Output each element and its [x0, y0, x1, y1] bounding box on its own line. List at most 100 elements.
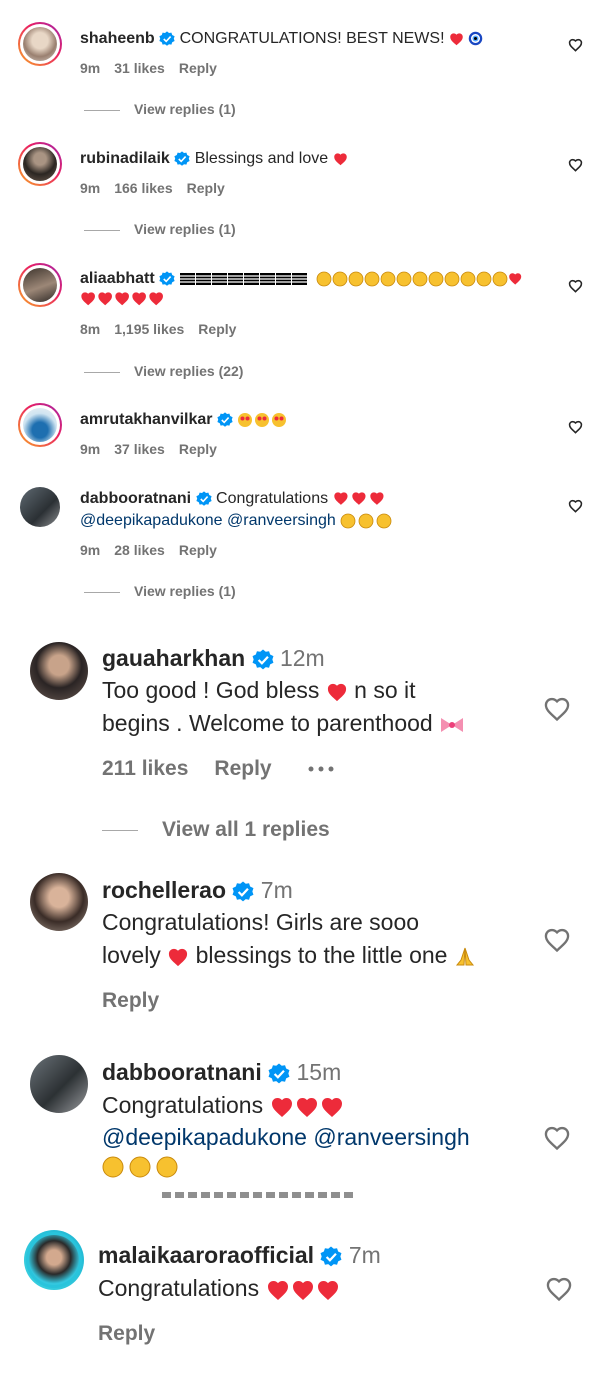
comment-time: 15m: [296, 1059, 342, 1085]
mentions-link[interactable]: @deepikapadukone @ranveersingh: [102, 1124, 470, 1150]
verified-badge-icon: [217, 412, 233, 427]
heart-eyes-emoji-row-icon: [238, 412, 287, 427]
avatar[interactable]: [30, 642, 88, 700]
heart-outline-icon[interactable]: [543, 696, 571, 722]
heart-emoji-row-icon: [81, 292, 163, 306]
view-replies-button[interactable]: View replies (1): [84, 583, 236, 599]
comment-time: 9m: [80, 180, 101, 196]
like-count[interactable]: 211 likes: [102, 757, 188, 780]
comment-text: Congratulations: [98, 1275, 260, 1301]
username[interactable]: dabbooratnani: [102, 1059, 262, 1085]
view-replies-button[interactable]: View replies (1): [84, 221, 236, 237]
divider: [84, 371, 120, 373]
reply-button[interactable]: Reply: [179, 542, 217, 558]
heart-emoji-icon: [327, 683, 346, 702]
username[interactable]: aliaabhatt: [80, 270, 155, 287]
verified-badge-icon: [159, 271, 175, 286]
heart-emoji-icon: [450, 33, 463, 46]
reply-button[interactable]: Reply: [98, 1322, 155, 1345]
ellipsis-icon[interactable]: [307, 765, 335, 773]
verified-badge-icon: [174, 151, 190, 166]
mentions-link[interactable]: @deepikapadukone @ranveersingh: [80, 512, 336, 529]
heart-outline-icon[interactable]: [543, 927, 571, 953]
like-count[interactable]: 28 likes: [114, 542, 165, 558]
comment-time: 9m: [80, 60, 101, 76]
divider: [84, 109, 120, 111]
hugging-emoji-row-icon: [102, 1156, 178, 1178]
reply-button[interactable]: Reply: [198, 321, 236, 337]
comment-text: Blessings and love: [194, 150, 329, 167]
avatar[interactable]: [30, 1055, 88, 1113]
cropped-text-fragment: [162, 1192, 354, 1198]
reply-button[interactable]: Reply: [102, 989, 159, 1012]
like-count[interactable]: 166 likes: [114, 180, 172, 196]
comment-time: 7m: [260, 877, 293, 903]
comment-text: Congratulations! Girls are sooo: [102, 909, 420, 935]
avatar[interactable]: [20, 487, 60, 527]
comment-text-line2b: blessings to the little one: [195, 942, 448, 968]
smiling-emoji-row-icon: [316, 271, 522, 287]
view-replies-label[interactable]: View replies (1): [134, 583, 236, 599]
cropped-text-strip: [0, 1192, 600, 1208]
view-replies-label[interactable]: View replies (1): [134, 101, 236, 117]
heart-outline-icon[interactable]: [568, 420, 583, 434]
divider: [102, 829, 138, 831]
reply-button[interactable]: Reply: [214, 757, 271, 780]
verified-badge-icon: [159, 31, 175, 46]
verified-badge-icon: [321, 1246, 342, 1267]
username[interactable]: amrutakhanvilkar: [80, 411, 213, 428]
heart-outline-icon[interactable]: [568, 158, 583, 172]
hugging-emoji-row-icon: [340, 513, 392, 529]
comment-text: Congratulations: [216, 490, 329, 507]
heart-outline-icon[interactable]: [568, 279, 583, 293]
comment-text: CONGRATULATIONS! BEST NEWS!: [179, 30, 445, 47]
username[interactable]: dabbooratnani: [80, 490, 191, 507]
comment-text: Congratulations: [102, 1092, 264, 1118]
view-replies-label[interactable]: View all 1 replies: [162, 818, 330, 841]
like-count[interactable]: 31 likes: [114, 60, 165, 76]
comment-text-line2: begins . Welcome to parenthood: [102, 710, 433, 736]
view-replies-label[interactable]: View replies (22): [134, 363, 243, 379]
comments-section-small: shaheenb CONGRATULATIONS! BEST NEWS! 9m 3…: [0, 0, 600, 625]
view-replies-button[interactable]: View replies (1): [84, 101, 236, 117]
heart-outline-icon[interactable]: [543, 1125, 571, 1151]
comment-time: 9m: [80, 542, 101, 558]
heart-emoji-row-icon: [271, 1097, 342, 1117]
view-all-replies-button[interactable]: View all 1 replies: [102, 818, 330, 842]
heart-outline-icon[interactable]: [545, 1276, 573, 1302]
comment-text: Too good ! God bless: [102, 677, 320, 703]
comment-text-cont: n so it: [354, 677, 416, 703]
flag-emoji-row-icon: [179, 272, 307, 285]
reply-button[interactable]: Reply: [179, 441, 217, 457]
heart-emoji-icon: [333, 153, 347, 166]
divider: [84, 229, 120, 231]
heart-outline-icon[interactable]: [568, 499, 583, 513]
verified-badge-icon: [195, 491, 212, 506]
avatar[interactable]: [18, 142, 62, 186]
like-count[interactable]: 1,195 likes: [114, 321, 184, 337]
folded-hands-emoji-icon: [455, 947, 474, 966]
avatar[interactable]: [30, 873, 88, 931]
avatar[interactable]: [18, 263, 62, 307]
username[interactable]: rubinadilaik: [80, 150, 170, 167]
heart-emoji-row-icon: [267, 1280, 338, 1300]
username[interactable]: shaheenb: [80, 30, 155, 47]
username[interactable]: rochellerao: [102, 877, 226, 903]
divider: [84, 591, 120, 593]
avatar[interactable]: [18, 22, 62, 66]
avatar[interactable]: [24, 1230, 84, 1290]
heart-outline-icon[interactable]: [568, 38, 583, 52]
like-count[interactable]: 37 likes: [114, 441, 165, 457]
username[interactable]: gauaharkhan: [102, 645, 245, 671]
username[interactable]: malaikaaroraofficial: [98, 1242, 314, 1268]
comment-time: 9m: [80, 441, 101, 457]
heart-emoji-row-icon: [333, 492, 384, 506]
comment-text-line2a: lovely: [102, 942, 161, 968]
reply-button[interactable]: Reply: [179, 60, 217, 76]
view-replies-button[interactable]: View replies (22): [84, 363, 243, 379]
comments-section-bottom: malaikaaroraofficial 7m Congratulations …: [0, 1208, 600, 1373]
verified-badge-icon: [252, 649, 273, 670]
reply-button[interactable]: Reply: [187, 180, 225, 196]
view-replies-label[interactable]: View replies (1): [134, 221, 236, 237]
avatar[interactable]: [18, 403, 62, 447]
